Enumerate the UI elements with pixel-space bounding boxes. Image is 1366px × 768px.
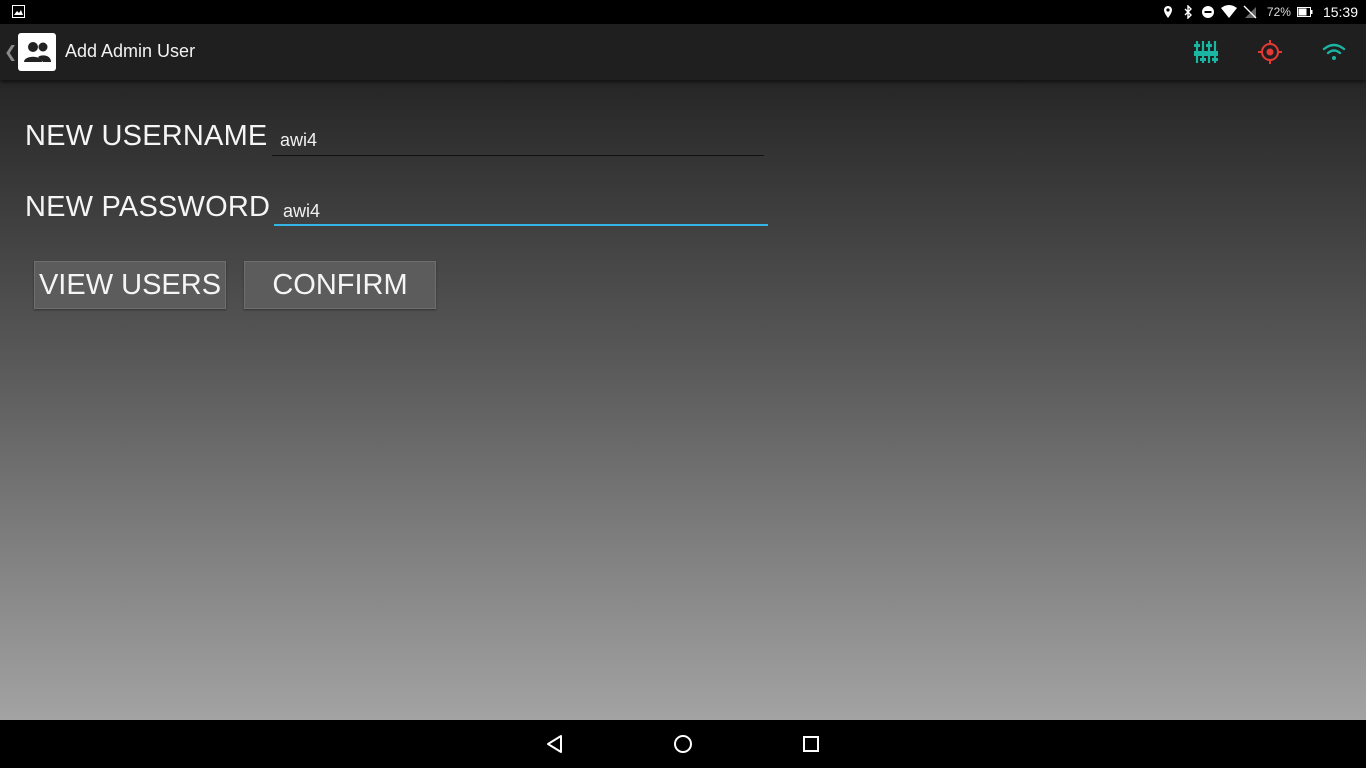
confirm-button[interactable]: CONFIRM xyxy=(244,261,436,309)
status-bar: 72% 15:39 xyxy=(0,0,1366,24)
sliders-icon xyxy=(1194,41,1218,63)
bluetooth-icon xyxy=(1184,5,1192,19)
no-sim-icon xyxy=(1243,5,1257,19)
main-content: NEW USERNAME NEW PASSWORD VIEW USERS CON… xyxy=(0,80,1366,720)
view-users-button[interactable]: VIEW USERS xyxy=(34,261,226,309)
page-title: Add Admin User xyxy=(65,41,196,61)
navigation-bar xyxy=(0,720,1366,768)
people-icon xyxy=(24,42,51,62)
username-underline xyxy=(272,155,764,156)
password-underline xyxy=(274,224,768,226)
clock: 15:39 xyxy=(1322,4,1358,20)
image-icon xyxy=(12,5,25,18)
target-button[interactable] xyxy=(1256,38,1284,66)
recents-icon[interactable] xyxy=(799,732,823,756)
battery-percent: 72% xyxy=(1266,5,1291,19)
target-icon xyxy=(1258,40,1282,64)
username-input[interactable] xyxy=(274,126,764,154)
sliders-button[interactable] xyxy=(1192,38,1220,66)
location-icon xyxy=(1163,6,1172,18)
home-icon[interactable] xyxy=(671,732,695,756)
wifi-icon xyxy=(1322,43,1346,60)
battery-icon xyxy=(1296,7,1313,17)
back-icon[interactable] xyxy=(543,732,567,756)
wifi-signal-icon xyxy=(1220,5,1237,18)
do-not-disturb-icon xyxy=(1201,6,1214,18)
username-label: NEW USERNAME xyxy=(25,120,268,152)
password-input[interactable] xyxy=(277,197,767,225)
app-icon[interactable] xyxy=(18,33,56,71)
action-bar: ❮ Add Admin User xyxy=(0,24,1366,80)
back-caret-icon[interactable]: ❮ xyxy=(4,42,17,62)
wifi-button[interactable] xyxy=(1320,38,1348,66)
password-label: NEW PASSWORD xyxy=(25,191,271,223)
